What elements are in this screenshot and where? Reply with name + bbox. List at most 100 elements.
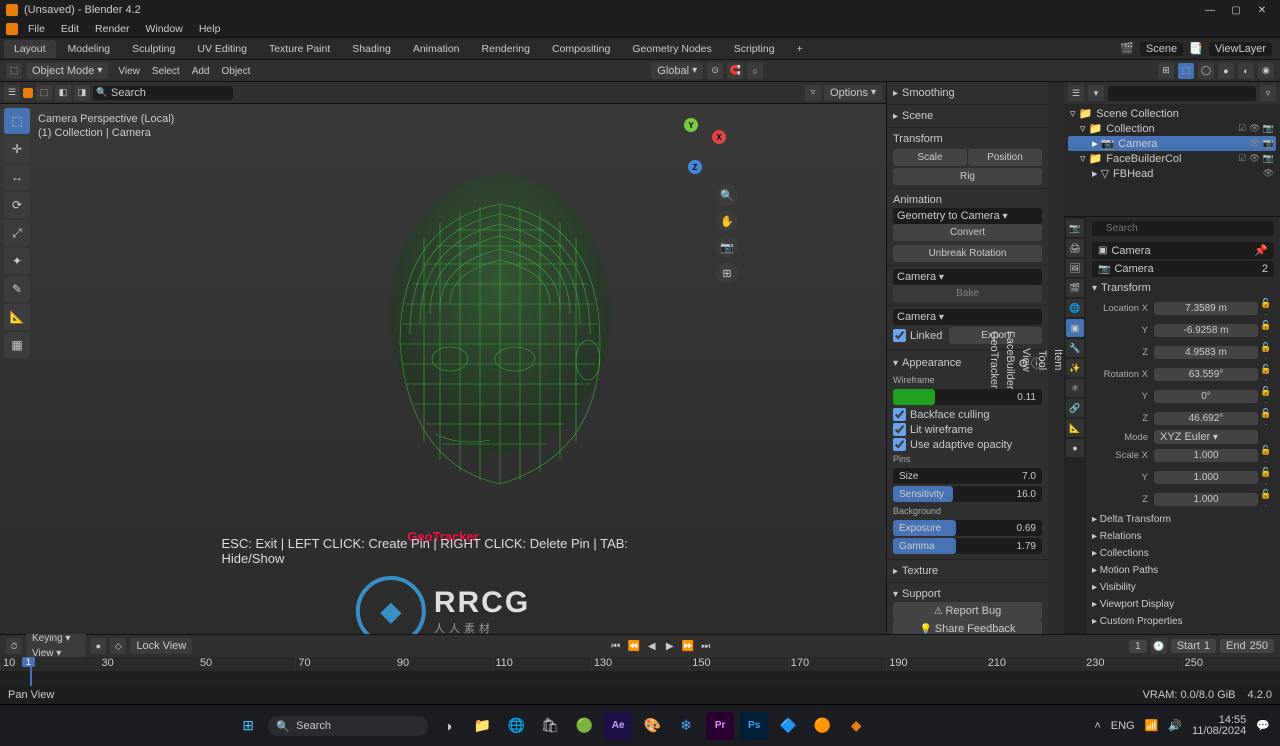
tree-camera[interactable]: ▸ 📷 Camera👁 📷 <box>1068 136 1276 151</box>
tree-fbhead[interactable]: ▸ ▽ FBHead👁 <box>1068 166 1276 181</box>
ptab-view[interactable]: 🖼 <box>1066 259 1084 277</box>
proportional-icon[interactable]: ○ <box>747 63 763 79</box>
timeline-track[interactable]: 1030507090110130150170190210230250 <box>0 657 1280 686</box>
ptab-scene[interactable]: 🎬 <box>1066 279 1084 297</box>
tool-measure[interactable]: 📐 <box>4 304 30 330</box>
outliner-display-icon[interactable]: ▾ <box>1088 85 1104 101</box>
share-feedback-button[interactable]: 💡 Share Feedback <box>893 620 1042 634</box>
sensitivity-slider[interactable]: Sensitivity16.0 <box>893 486 1042 502</box>
convert-button[interactable]: Convert <box>893 224 1042 241</box>
ptab-constraints[interactable]: 🔗 <box>1066 399 1084 417</box>
prop-sec-visibility[interactable]: ▸ Visibility <box>1092 579 1274 596</box>
tb-ae[interactable]: Ae <box>604 712 632 740</box>
tray-notif-icon[interactable]: 💬 <box>1256 719 1270 732</box>
close-button[interactable]: ✕ <box>1250 2 1274 18</box>
perspective-icon[interactable]: ⊞ <box>716 262 738 284</box>
prop-sec-relations[interactable]: ▸ Relations <box>1092 528 1274 545</box>
menu-file[interactable]: File <box>22 23 51 35</box>
axis-z[interactable]: Z <box>688 160 702 174</box>
props-search[interactable] <box>1092 221 1274 236</box>
ptab-material[interactable]: ● <box>1066 439 1084 457</box>
ptab-data[interactable]: 📐 <box>1066 419 1084 437</box>
camera-select-2[interactable]: Camera ▾ <box>893 309 1042 325</box>
camera-view-icon[interactable]: 📷 <box>716 236 738 258</box>
unbreak-button[interactable]: Unbreak Rotation <box>893 245 1042 262</box>
menu-window[interactable]: Window <box>139 23 188 35</box>
mode-menu-add[interactable]: Add <box>186 66 216 77</box>
sec-scene[interactable]: ▸ Scene <box>893 108 1042 124</box>
rotmode-field[interactable]: XYZ Euler ▾ <box>1154 430 1258 444</box>
tb-chrome[interactable]: 🟢 <box>570 712 598 740</box>
tray-wifi-icon[interactable]: 📶 <box>1145 719 1159 732</box>
tl-current[interactable]: 1 <box>1129 640 1147 653</box>
tl-next-key[interactable]: ⏩ <box>680 638 696 654</box>
tl-start[interactable]: Start 1 <box>1171 639 1216 653</box>
n-panel-tabs[interactable]: ItemToolViewFaceBuilderGeoTracker <box>1048 82 1064 634</box>
ws-tab-scripting[interactable]: Scripting <box>724 40 785 58</box>
vp-options[interactable]: Options ▾ <box>824 85 882 101</box>
tl-key-icon[interactable]: ◇ <box>110 638 126 654</box>
vp-icon-3[interactable]: ◨ <box>74 85 90 101</box>
tray-vol-icon[interactable]: 🔊 <box>1168 719 1182 732</box>
lit-check[interactable] <box>893 423 906 436</box>
locy-field[interactable]: -6.9258 m <box>1154 324 1258 337</box>
tree-fbcol[interactable]: ▿ 📁 FaceBuilderCol☑ 👁 📷 <box>1068 151 1276 166</box>
prop-sec-delta-transform[interactable]: ▸ Delta Transform <box>1092 511 1274 528</box>
shading-matprev-icon[interactable]: ◐ <box>1238 63 1254 79</box>
tool-cursor[interactable]: ✛ <box>4 136 30 162</box>
tool-select[interactable]: ⬚ <box>4 108 30 134</box>
tl-play-rev[interactable]: ◀ <box>644 638 660 654</box>
tb-blender[interactable]: ◆ <box>842 712 870 740</box>
linked-check[interactable] <box>893 329 906 342</box>
tl-clock-icon[interactable]: 🕐 <box>1151 638 1167 654</box>
axis-x[interactable]: X <box>712 130 726 144</box>
sec-support[interactable]: ▾ Support <box>893 586 1042 602</box>
ptab-object[interactable]: ▣ <box>1066 319 1084 337</box>
sclx-field[interactable]: 1.000 <box>1154 449 1258 462</box>
rig-button[interactable]: Rig <box>893 168 1042 185</box>
tb-app3[interactable]: 🔷 <box>774 712 802 740</box>
vp-search[interactable]: Search <box>93 86 233 100</box>
tray-lang[interactable]: ENG <box>1111 720 1135 732</box>
menu-render[interactable]: Render <box>89 23 135 35</box>
ws-tab-rendering[interactable]: Rendering <box>472 40 540 58</box>
tl-editor-icon[interactable]: ⏱ <box>6 638 22 654</box>
ws-tab-layout[interactable]: Layout <box>4 40 56 58</box>
vp-icon-2[interactable]: ◧ <box>55 85 71 101</box>
tl-autokey-icon[interactable]: ● <box>90 638 106 654</box>
prop-sec-custom-properties[interactable]: ▸ Custom Properties <box>1092 613 1274 630</box>
ptab-particles[interactable]: ✨ <box>1066 359 1084 377</box>
tree-collection[interactable]: ▿ 📁 Collection☑ 👁 📷 <box>1068 121 1276 136</box>
sec-smoothing[interactable]: ▸ Smoothing <box>893 85 1042 101</box>
tb-store[interactable]: 🛍 <box>536 712 564 740</box>
locz-field[interactable]: 4.9583 m <box>1154 346 1258 359</box>
ptab-world[interactable]: 🌐 <box>1066 299 1084 317</box>
tb-copilot[interactable]: ◑ <box>434 712 462 740</box>
tb-app2[interactable]: ❄ <box>672 712 700 740</box>
shading-render-icon[interactable]: ◉ <box>1258 63 1274 79</box>
outliner-filter-icon[interactable]: ▿ <box>1260 85 1276 101</box>
position-button[interactable]: Position <box>968 149 1042 166</box>
timeline-cursor[interactable] <box>30 657 32 686</box>
tb-app1[interactable]: 🎨 <box>638 712 666 740</box>
ptab-physics[interactable]: ⚛ <box>1066 379 1084 397</box>
crumb-object[interactable]: ▣ Camera📌 <box>1092 242 1274 259</box>
prop-sec-viewport-display[interactable]: ▸ Viewport Display <box>1092 596 1274 613</box>
editor-type-icon[interactable]: ⬚ <box>6 63 22 79</box>
prop-transform-h[interactable]: ▾ Transform <box>1092 279 1274 297</box>
ws-tab-texture-paint[interactable]: Texture Paint <box>259 40 340 58</box>
tray-clock[interactable]: 14:5511/08/2024 <box>1192 715 1246 737</box>
maximize-button[interactable]: ▢ <box>1224 2 1248 18</box>
ws-tab-compositing[interactable]: Compositing <box>542 40 620 58</box>
pivot-icon[interactable]: ⊙ <box>707 63 723 79</box>
menu-edit[interactable]: Edit <box>55 23 85 35</box>
tl-end-field[interactable]: End 250 <box>1220 639 1274 653</box>
prop-sec-collections[interactable]: ▸ Collections <box>1092 545 1274 562</box>
tray-up-icon[interactable]: ˄ <box>1094 720 1100 732</box>
mode-menu-object[interactable]: Object <box>216 66 257 77</box>
gizmo-toggle-icon[interactable]: ⬚ <box>1178 63 1194 79</box>
prop-sec-motion-paths[interactable]: ▸ Motion Paths <box>1092 562 1274 579</box>
mode-menu-select[interactable]: Select <box>146 66 186 77</box>
tb-pr[interactable]: Pr <box>706 712 734 740</box>
tl-play[interactable]: ▶ <box>662 638 678 654</box>
